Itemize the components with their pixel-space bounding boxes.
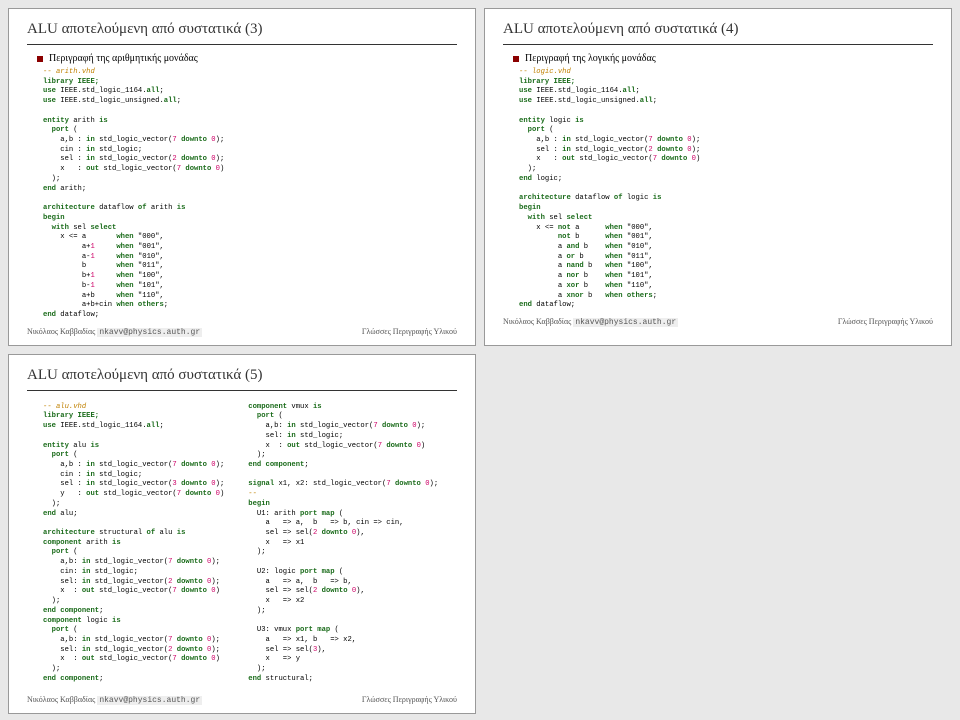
- slide-footer: Νικόλαος Καββαδίας nkavv@physics.auth.gr…: [27, 327, 457, 337]
- bullet-icon: [513, 56, 519, 62]
- bullet-text: Περιγραφή της αριθμητικής μονάδας: [49, 53, 198, 64]
- code-alu-left: -- alu.vhd library IEEE; use IEEE.std_lo…: [43, 403, 224, 685]
- bullet-icon: [37, 56, 43, 62]
- slide-5: ALU αποτελούμενη από συστατικά (5) -- al…: [8, 354, 476, 714]
- slide-4: ALU αποτελούμενη από συστατικά (4) Περιγ…: [484, 8, 952, 346]
- bullet-item: Περιγραφή της λογικής μονάδας: [513, 53, 933, 64]
- divider: [503, 44, 933, 45]
- code-alu-right: component vmux is port ( a,b: in std_log…: [248, 403, 438, 685]
- divider: [27, 390, 457, 391]
- email: nkavv@physics.auth.gr: [97, 328, 202, 337]
- email: nkavv@physics.auth.gr: [97, 696, 202, 705]
- slide-title: ALU αποτελούμενη από συστατικά (4): [503, 21, 933, 38]
- code-arith: -- arith.vhd library IEEE; use IEEE.std_…: [43, 68, 457, 321]
- slide-footer: Νικόλαος Καββαδίας nkavv@physics.auth.gr…: [27, 695, 457, 705]
- email: nkavv@physics.auth.gr: [573, 318, 678, 327]
- slide-title: ALU αποτελούμενη από συστατικά (3): [27, 21, 457, 38]
- code-logic: -- logic.vhd library IEEE; use IEEE.std_…: [519, 68, 933, 311]
- bullet-text: Περιγραφή της λογικής μονάδας: [525, 53, 656, 64]
- slide-footer: Νικόλαος Καββαδίας nkavv@physics.auth.gr…: [503, 317, 933, 327]
- bullet-item: Περιγραφή της αριθμητικής μονάδας: [37, 53, 457, 64]
- divider: [27, 44, 457, 45]
- slide-title: ALU αποτελούμενη από συστατικά (5): [27, 367, 457, 384]
- slide-3: ALU αποτελούμενη από συστατικά (3) Περιγ…: [8, 8, 476, 346]
